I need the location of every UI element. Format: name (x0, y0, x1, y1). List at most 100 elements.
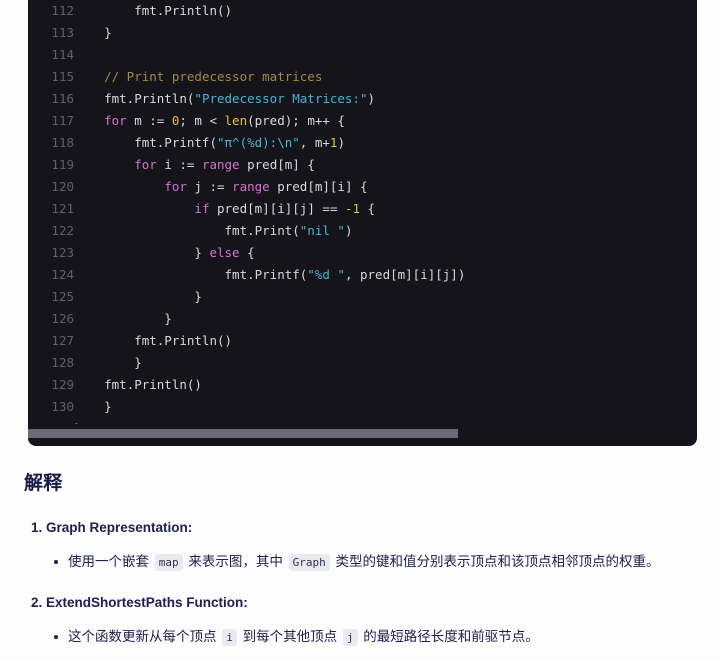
token-plain: , pred[m][i][j]) (344, 267, 466, 282)
code-line: 120 for j := range pred[m][i] { (28, 176, 465, 198)
line-number: 128 (51, 355, 74, 370)
token-keyword: else (209, 245, 240, 260)
explanation-step-label: ExtendShortestPaths Function: (46, 595, 248, 610)
line-source: if pred[m][i][j] == -1 { (74, 198, 465, 220)
token-plain: ) (337, 135, 345, 150)
token-plain: fmt.Println( (74, 91, 195, 106)
explanation-section: 解释 Graph Representation: 使用一个嵌套 map 来表示图，… (0, 458, 720, 660)
code-line: 124 fmt.Printf("%d ", pred[m][i][j]) (28, 264, 465, 286)
line-source: fmt.Println() (74, 0, 465, 22)
code-line: 129 fmt.Println() (28, 374, 465, 396)
line-source: } (74, 396, 465, 418)
code-line: 127 fmt.Println() (28, 330, 465, 352)
inline-code: i (222, 629, 237, 646)
line-source: fmt.Print("nil ") (74, 220, 465, 242)
explanation-step-label: Graph Representation: (46, 520, 193, 535)
token-string: "π^(%d):\n" (217, 135, 300, 150)
explanation-steps: Graph Representation: 使用一个嵌套 map 来表示图，其中 … (24, 517, 696, 660)
code-line: 117 for m := 0; m < len(pred); m++ { (28, 110, 465, 132)
token-plain: ) (367, 91, 376, 106)
token-plain: } (74, 421, 82, 424)
page-title: 解释 (24, 473, 63, 494)
line-source: } (74, 352, 465, 374)
line-number: 114 (51, 47, 74, 62)
token-plain: fmt.Println() (74, 333, 233, 348)
line-number: 129 (51, 377, 74, 392)
token-plain: } (74, 289, 202, 304)
line-source: for j := range pred[m][i] { (74, 176, 465, 198)
token-number: -1 (344, 201, 361, 216)
horizontal-scrollbar-thumb[interactable] (28, 429, 458, 438)
token-plain: { (239, 245, 255, 260)
explanation-step: ExtendShortestPaths Function: 这个函数更新从每个顶点… (46, 592, 696, 660)
token-keyword: for (164, 179, 187, 194)
token-string: "%d " (307, 267, 345, 282)
token-plain: , m+ (299, 135, 330, 150)
code-line: 122 fmt.Print("nil ") (28, 220, 465, 242)
line-source (74, 44, 465, 66)
line-number: 124 (51, 267, 74, 282)
token-plain: i := (156, 157, 202, 172)
code-line: 119 for i := range pred[m] { (28, 154, 465, 176)
code-scroll-area[interactable]: 112 fmt.Println() 113 } 114 115 // Print pr… (28, 0, 697, 424)
token-plain: } (74, 355, 142, 370)
bullet-text: 来表示图，其中 (184, 554, 287, 569)
token-keyword: for (134, 157, 157, 172)
token-plain: } (74, 25, 112, 40)
code-line: 115 // Print predecessor matrices (28, 66, 465, 88)
explanation-bullet: 使用一个嵌套 map 来表示图，其中 Graph 类型的键和值分别表示顶点和该顶… (54, 551, 696, 574)
code-line: 114 (28, 44, 465, 66)
line-number: 120 (51, 179, 74, 194)
token-keyword: range (232, 179, 270, 194)
explanation-bullet-list: 这个函数更新从每个顶点 i 到每个其他顶点 j 的最短路径长度和前驱节点。它通过… (46, 626, 696, 660)
token-keyword: if (194, 201, 210, 216)
code-line: 126 } (28, 308, 465, 330)
line-number: 115 (51, 69, 74, 84)
token-plain: fmt.Printf( (74, 267, 308, 282)
token-plain: fmt.Println() (74, 377, 202, 392)
line-source: fmt.Printf("π^(%d):\n", m+1) (74, 132, 465, 154)
line-number: 121 (51, 201, 74, 216)
code-line: 131} (28, 418, 465, 424)
explanation-step: Graph Representation: 使用一个嵌套 map 来表示图，其中 … (46, 517, 696, 574)
inline-code: map (154, 554, 183, 571)
code-line: 128 } (28, 352, 465, 374)
horizontal-scrollbar-track[interactable] (28, 429, 697, 438)
bullet-text: 的最短路径长度和前驱节点。 (359, 629, 539, 644)
line-source: } (74, 418, 465, 424)
token-plain: pred[m] { (239, 157, 315, 172)
line-number: 117 (51, 113, 74, 128)
token-plain: j := (186, 179, 233, 194)
token-plain: } (74, 311, 172, 326)
token-plain: fmt.Printf( (74, 135, 217, 150)
line-number: 113 (51, 25, 74, 40)
inline-code: j (342, 629, 358, 646)
code-line: 112 fmt.Println() (28, 0, 465, 22)
line-source: for m := 0; m < len(pred); m++ { (74, 110, 465, 132)
token-plain: ; m < (179, 113, 225, 128)
line-source: fmt.Println() (74, 330, 465, 352)
token-keyword: range (201, 157, 240, 172)
code-line: 118 fmt.Printf("π^(%d):\n", m+1) (28, 132, 465, 154)
code-line: 130 } (28, 396, 465, 418)
token-plain: pred[m][i] { (269, 179, 368, 194)
code-line: 116 fmt.Println("Predecessor Matrices:") (28, 88, 465, 110)
token-plain: } (74, 399, 112, 414)
code-lines: 112 fmt.Println() 113 } 114 115 // Print pr… (28, 0, 465, 424)
line-number: 118 (51, 135, 74, 150)
line-source: fmt.Println() (74, 374, 465, 396)
line-number: 130 (51, 399, 74, 414)
token-plain: (pred); m++ { (247, 113, 345, 128)
line-number: 127 (51, 333, 74, 348)
bullet-text: 使用一个嵌套 (68, 554, 153, 569)
token-plain: pred[m][i][j] == (209, 201, 345, 216)
code-line: 121 if pred[m][i][j] == -1 { (28, 198, 465, 220)
page-root: 112 fmt.Println() 113 } 114 115 // Print pr… (0, 0, 720, 660)
line-number: 126 (51, 311, 74, 326)
code-block: 112 fmt.Println() 113 } 114 115 // Print pr… (28, 0, 697, 446)
